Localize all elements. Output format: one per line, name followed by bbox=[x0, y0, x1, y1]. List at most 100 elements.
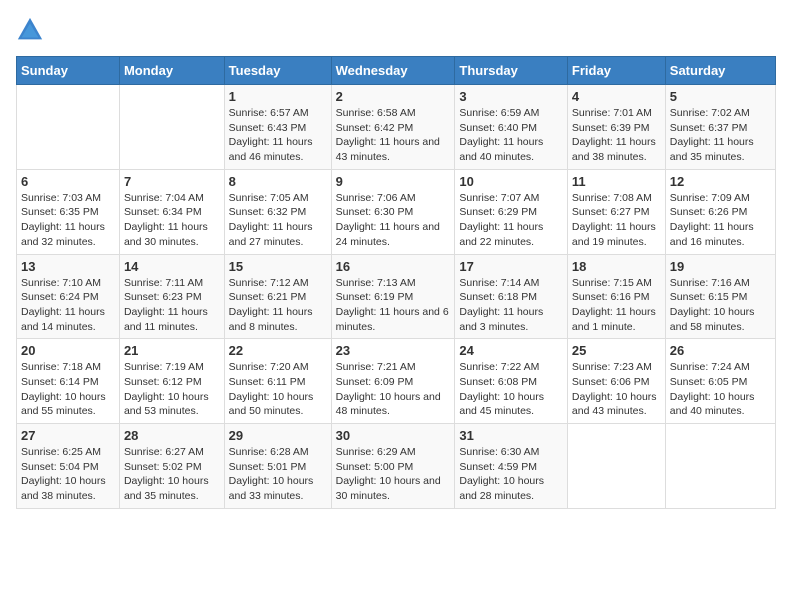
day-info: Sunrise: 7:22 AM Sunset: 6:08 PM Dayligh… bbox=[459, 360, 563, 419]
day-number: 21 bbox=[124, 343, 220, 358]
day-number: 12 bbox=[670, 174, 771, 189]
calendar-table: SundayMondayTuesdayWednesdayThursdayFrid… bbox=[16, 56, 776, 509]
day-cell: 18 Sunrise: 7:15 AM Sunset: 6:16 PM Dayli… bbox=[567, 254, 665, 339]
day-cell bbox=[17, 85, 120, 170]
day-info: Sunrise: 6:57 AM Sunset: 6:43 PM Dayligh… bbox=[229, 106, 327, 165]
day-info: Sunrise: 7:03 AM Sunset: 6:35 PM Dayligh… bbox=[21, 191, 115, 250]
day-cell: 30Sunrise: 6:29 AM Sunset: 5:00 PM Dayli… bbox=[331, 424, 455, 509]
day-cell: 15 Sunrise: 7:12 AM Sunset: 6:21 PM Dayli… bbox=[224, 254, 331, 339]
header-cell-thursday: Thursday bbox=[455, 57, 568, 85]
header-cell-sunday: Sunday bbox=[17, 57, 120, 85]
day-cell: 4 Sunrise: 7:01 AM Sunset: 6:39 PM Daylig… bbox=[567, 85, 665, 170]
week-row-1: 1 Sunrise: 6:57 AM Sunset: 6:43 PM Daylig… bbox=[17, 85, 776, 170]
day-number: 27 bbox=[21, 428, 115, 443]
logo-icon bbox=[16, 16, 44, 44]
day-cell bbox=[119, 85, 224, 170]
header-cell-saturday: Saturday bbox=[665, 57, 775, 85]
day-number: 11 bbox=[572, 174, 661, 189]
day-cell: 31 Sunrise: 6:30 AM Sunset: 4:59 PM Dayli… bbox=[455, 424, 568, 509]
day-info: Sunrise: 7:18 AM Sunset: 6:14 PM Dayligh… bbox=[21, 360, 115, 419]
day-number: 25 bbox=[572, 343, 661, 358]
day-info: Sunrise: 7:07 AM Sunset: 6:29 PM Dayligh… bbox=[459, 191, 563, 250]
day-cell: 28 Sunrise: 6:27 AM Sunset: 5:02 PM Dayli… bbox=[119, 424, 224, 509]
day-cell: 16Sunrise: 7:13 AM Sunset: 6:19 PM Dayli… bbox=[331, 254, 455, 339]
calendar-header: SundayMondayTuesdayWednesdayThursdayFrid… bbox=[17, 57, 776, 85]
day-info: Sunrise: 6:59 AM Sunset: 6:40 PM Dayligh… bbox=[459, 106, 563, 165]
day-number: 31 bbox=[459, 428, 563, 443]
day-info: Sunrise: 7:02 AM Sunset: 6:37 PM Dayligh… bbox=[670, 106, 771, 165]
day-info: Sunrise: 7:10 AM Sunset: 6:24 PM Dayligh… bbox=[21, 276, 115, 335]
day-cell: 27 Sunrise: 6:25 AM Sunset: 5:04 PM Dayli… bbox=[17, 424, 120, 509]
day-info: Sunrise: 7:24 AM Sunset: 6:05 PM Dayligh… bbox=[670, 360, 771, 419]
day-number: 20 bbox=[21, 343, 115, 358]
day-cell: 19 Sunrise: 7:16 AM Sunset: 6:15 PM Dayli… bbox=[665, 254, 775, 339]
day-info: Sunrise: 6:27 AM Sunset: 5:02 PM Dayligh… bbox=[124, 445, 220, 504]
day-number: 15 bbox=[229, 259, 327, 274]
header-cell-monday: Monday bbox=[119, 57, 224, 85]
day-info: Sunrise: 7:09 AM Sunset: 6:26 PM Dayligh… bbox=[670, 191, 771, 250]
day-info: Sunrise: 6:28 AM Sunset: 5:01 PM Dayligh… bbox=[229, 445, 327, 504]
day-info: Sunrise: 7:20 AM Sunset: 6:11 PM Dayligh… bbox=[229, 360, 327, 419]
day-cell: 10Sunrise: 7:07 AM Sunset: 6:29 PM Dayli… bbox=[455, 169, 568, 254]
day-info: Sunrise: 7:15 AM Sunset: 6:16 PM Dayligh… bbox=[572, 276, 661, 335]
day-number: 1 bbox=[229, 89, 327, 104]
day-info: Sunrise: 7:08 AM Sunset: 6:27 PM Dayligh… bbox=[572, 191, 661, 250]
day-number: 4 bbox=[572, 89, 661, 104]
header-cell-tuesday: Tuesday bbox=[224, 57, 331, 85]
day-cell bbox=[665, 424, 775, 509]
day-cell: 26 Sunrise: 7:24 AM Sunset: 6:05 PM Dayli… bbox=[665, 339, 775, 424]
day-cell: 8Sunrise: 7:05 AM Sunset: 6:32 PM Daylig… bbox=[224, 169, 331, 254]
day-number: 23 bbox=[336, 343, 451, 358]
day-cell: 11 Sunrise: 7:08 AM Sunset: 6:27 PM Dayli… bbox=[567, 169, 665, 254]
day-number: 22 bbox=[229, 343, 327, 358]
week-row-2: 6Sunrise: 7:03 AM Sunset: 6:35 PM Daylig… bbox=[17, 169, 776, 254]
day-cell: 17 Sunrise: 7:14 AM Sunset: 6:18 PM Dayli… bbox=[455, 254, 568, 339]
week-row-4: 20 Sunrise: 7:18 AM Sunset: 6:14 PM Dayli… bbox=[17, 339, 776, 424]
day-info: Sunrise: 7:11 AM Sunset: 6:23 PM Dayligh… bbox=[124, 276, 220, 335]
day-cell: 3 Sunrise: 6:59 AM Sunset: 6:40 PM Daylig… bbox=[455, 85, 568, 170]
day-number: 24 bbox=[459, 343, 563, 358]
day-cell: 24 Sunrise: 7:22 AM Sunset: 6:08 PM Dayli… bbox=[455, 339, 568, 424]
day-number: 14 bbox=[124, 259, 220, 274]
day-info: Sunrise: 7:12 AM Sunset: 6:21 PM Dayligh… bbox=[229, 276, 327, 335]
day-cell: 6Sunrise: 7:03 AM Sunset: 6:35 PM Daylig… bbox=[17, 169, 120, 254]
day-number: 30 bbox=[336, 428, 451, 443]
calendar-body: 1 Sunrise: 6:57 AM Sunset: 6:43 PM Daylig… bbox=[17, 85, 776, 509]
day-cell: 2 Sunrise: 6:58 AM Sunset: 6:42 PM Daylig… bbox=[331, 85, 455, 170]
day-number: 19 bbox=[670, 259, 771, 274]
day-info: Sunrise: 7:21 AM Sunset: 6:09 PM Dayligh… bbox=[336, 360, 451, 419]
day-number: 18 bbox=[572, 259, 661, 274]
day-number: 3 bbox=[459, 89, 563, 104]
header-cell-friday: Friday bbox=[567, 57, 665, 85]
day-cell: 9 Sunrise: 7:06 AM Sunset: 6:30 PM Daylig… bbox=[331, 169, 455, 254]
header-cell-wednesday: Wednesday bbox=[331, 57, 455, 85]
day-number: 7 bbox=[124, 174, 220, 189]
day-info: Sunrise: 6:58 AM Sunset: 6:42 PM Dayligh… bbox=[336, 106, 451, 165]
day-info: Sunrise: 6:25 AM Sunset: 5:04 PM Dayligh… bbox=[21, 445, 115, 504]
day-number: 26 bbox=[670, 343, 771, 358]
week-row-3: 13 Sunrise: 7:10 AM Sunset: 6:24 PM Dayli… bbox=[17, 254, 776, 339]
day-number: 9 bbox=[336, 174, 451, 189]
day-number: 8 bbox=[229, 174, 327, 189]
header-row: SundayMondayTuesdayWednesdayThursdayFrid… bbox=[17, 57, 776, 85]
day-cell: 7Sunrise: 7:04 AM Sunset: 6:34 PM Daylig… bbox=[119, 169, 224, 254]
day-info: Sunrise: 6:30 AM Sunset: 4:59 PM Dayligh… bbox=[459, 445, 563, 504]
day-cell: 25Sunrise: 7:23 AM Sunset: 6:06 PM Dayli… bbox=[567, 339, 665, 424]
day-number: 13 bbox=[21, 259, 115, 274]
day-cell bbox=[567, 424, 665, 509]
logo bbox=[16, 16, 48, 44]
page-header bbox=[16, 16, 776, 44]
day-info: Sunrise: 7:01 AM Sunset: 6:39 PM Dayligh… bbox=[572, 106, 661, 165]
day-cell: 5Sunrise: 7:02 AM Sunset: 6:37 PM Daylig… bbox=[665, 85, 775, 170]
day-number: 28 bbox=[124, 428, 220, 443]
day-number: 17 bbox=[459, 259, 563, 274]
day-number: 2 bbox=[336, 89, 451, 104]
day-info: Sunrise: 7:14 AM Sunset: 6:18 PM Dayligh… bbox=[459, 276, 563, 335]
day-number: 29 bbox=[229, 428, 327, 443]
day-info: Sunrise: 7:16 AM Sunset: 6:15 PM Dayligh… bbox=[670, 276, 771, 335]
day-cell: 13 Sunrise: 7:10 AM Sunset: 6:24 PM Dayli… bbox=[17, 254, 120, 339]
day-info: Sunrise: 7:06 AM Sunset: 6:30 PM Dayligh… bbox=[336, 191, 451, 250]
day-cell: 1 Sunrise: 6:57 AM Sunset: 6:43 PM Daylig… bbox=[224, 85, 331, 170]
day-cell: 23 Sunrise: 7:21 AM Sunset: 6:09 PM Dayli… bbox=[331, 339, 455, 424]
day-cell: 29 Sunrise: 6:28 AM Sunset: 5:01 PM Dayli… bbox=[224, 424, 331, 509]
